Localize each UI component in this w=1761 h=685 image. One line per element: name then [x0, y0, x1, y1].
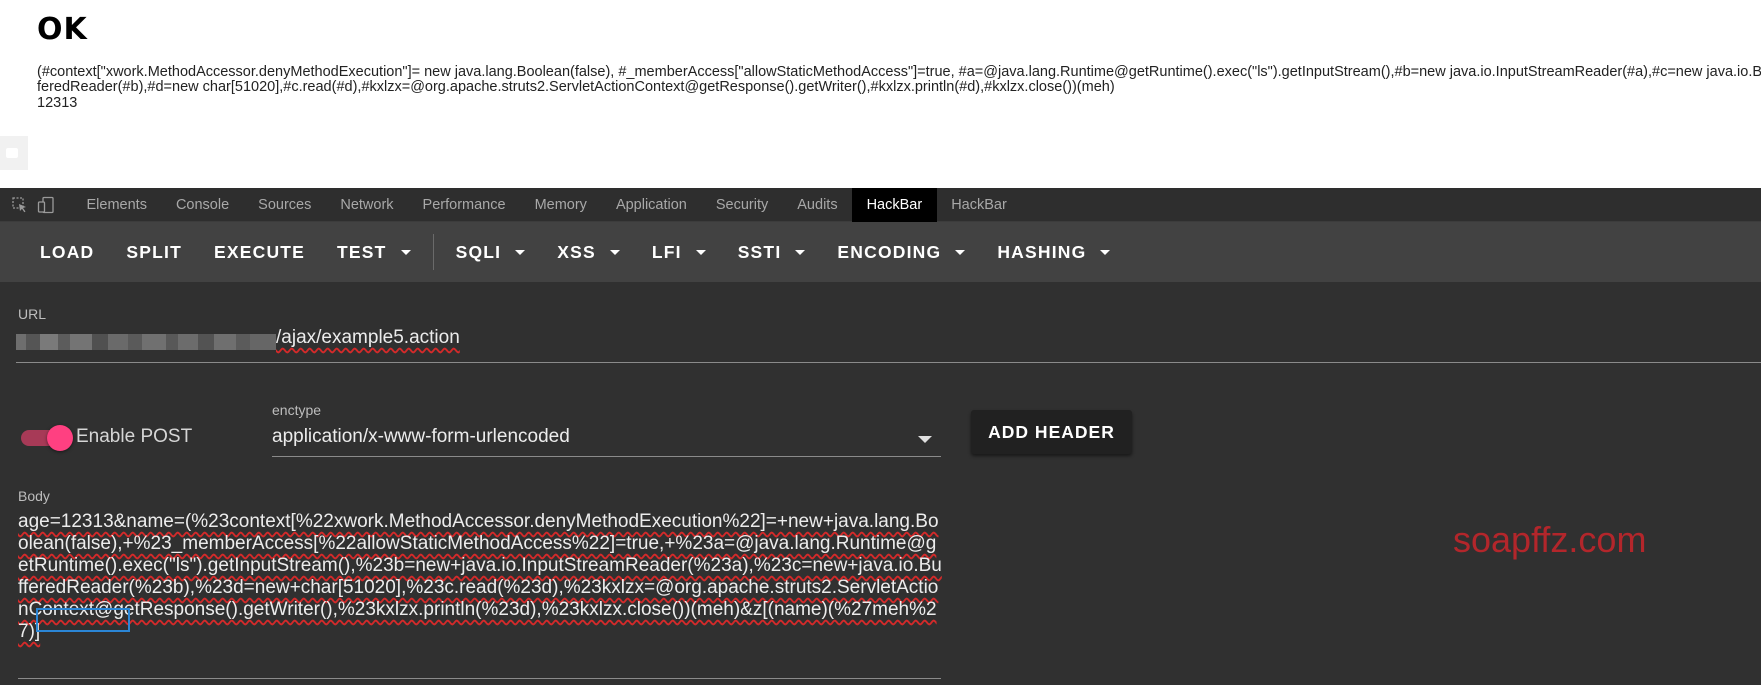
tab-elements[interactable]: Elements — [72, 188, 161, 222]
body-value: age=12313&name=(%23context[%22xwork.Meth… — [18, 511, 942, 642]
caret-down-icon — [795, 249, 806, 255]
hashing-button[interactable]: HASHING — [981, 222, 1126, 282]
page-heading: OK — [37, 12, 88, 47]
execute-button[interactable]: EXECUTE — [198, 222, 321, 282]
output-value: 12313 — [37, 95, 78, 111]
page-content: OK (#context["xwork.MethodAccessor.denyM… — [0, 0, 1761, 188]
tab-hackbar[interactable]: HackBar — [852, 187, 937, 222]
url-underline — [16, 362, 1761, 363]
caret-down-icon — [1100, 249, 1111, 255]
toolbar-button-label: ENCODING — [837, 241, 942, 262]
hackbar-body: URL /ajax/example5.action Enable POST en… — [0, 282, 1761, 685]
chevron-down-icon[interactable] — [918, 436, 932, 443]
caret-down-icon — [955, 249, 966, 255]
tab-hackbar[interactable]: HackBar — [937, 188, 1022, 222]
watermark: soapffz.com — [1453, 519, 1647, 560]
tab-audits[interactable]: Audits — [783, 188, 852, 222]
exec-highlight-box — [36, 608, 130, 632]
url-label: URL — [18, 306, 47, 322]
enctype-select[interactable]: application/x-www-form-urlencoded — [272, 426, 570, 448]
enable-post-label: Enable POST — [76, 426, 193, 447]
caret-down-icon — [515, 249, 526, 255]
tab-console[interactable]: Console — [161, 188, 243, 222]
toolbar-button-label: SSTI — [737, 241, 782, 262]
ssti-button[interactable]: SSTI — [722, 222, 822, 282]
sqli-button[interactable]: SQLI — [440, 222, 542, 282]
url-redacted-host — [16, 332, 276, 352]
tab-performance[interactable]: Performance — [408, 188, 520, 222]
enctype-underline — [272, 456, 941, 457]
hackbar-toolbar: LOAD SPLIT EXECUTE TEST SQLI XSS LFI SSTI ENCODI… — [0, 222, 1761, 282]
toolbar-button-label: EXECUTE — [213, 241, 306, 262]
encoding-button[interactable]: ENCODING — [821, 222, 981, 282]
page-corner-icon — [0, 136, 28, 170]
tab-security[interactable]: Security — [701, 188, 782, 222]
caret-down-icon — [609, 249, 620, 255]
url-path: /ajax/example5.action — [276, 327, 460, 348]
toolbar-button-label: XSS — [557, 241, 596, 262]
devtools-panel: Elements Console Sources Network Performance… — [0, 187, 1761, 685]
add-header-button[interactable]: ADD HEADER — [971, 410, 1132, 454]
devtools-tab-bar: Elements Console Sources Network Performance… — [0, 187, 1761, 222]
toolbar-button-label: HASHING — [997, 241, 1087, 262]
toolbar-button-label: SQLI — [455, 241, 502, 262]
tab-memory[interactable]: Memory — [520, 188, 601, 222]
toolbar-separator — [432, 234, 434, 270]
toggle-thumb — [47, 425, 73, 451]
load-button[interactable]: LOAD — [24, 222, 110, 282]
body-textarea[interactable]: age=12313&name=(%23context[%22xwork.Meth… — [18, 511, 943, 643]
enable-post-toggle[interactable] — [21, 425, 73, 451]
command-output-text: (#context["xwork.MethodAccessor.denyMeth… — [37, 64, 1761, 95]
test-button[interactable]: TEST — [321, 222, 427, 282]
caret-down-icon — [695, 249, 706, 255]
toolbar-button-label: TEST — [337, 241, 387, 262]
toolbar-button-label: SPLIT — [126, 241, 182, 262]
devtools-tabs: Elements Console Sources Network Performance… — [72, 187, 1022, 222]
toolbar-button-label: LFI — [651, 241, 682, 262]
toolbar-button-label: LOAD — [40, 241, 95, 262]
enctype-label: enctype — [272, 402, 322, 418]
body-underline — [18, 678, 941, 679]
device-toggle-icon[interactable] — [34, 188, 58, 222]
body-label: Body — [18, 488, 50, 504]
tab-sources[interactable]: Sources — [244, 188, 326, 222]
inspect-element-icon[interactable] — [8, 188, 32, 222]
xss-button[interactable]: XSS — [541, 222, 636, 282]
lfi-button[interactable]: LFI — [636, 222, 722, 282]
split-button[interactable]: SPLIT — [110, 222, 198, 282]
tab-application[interactable]: Application — [601, 188, 701, 222]
caret-down-icon — [400, 249, 411, 255]
tab-network[interactable]: Network — [326, 188, 408, 222]
url-input[interactable]: /ajax/example5.action — [276, 327, 460, 349]
